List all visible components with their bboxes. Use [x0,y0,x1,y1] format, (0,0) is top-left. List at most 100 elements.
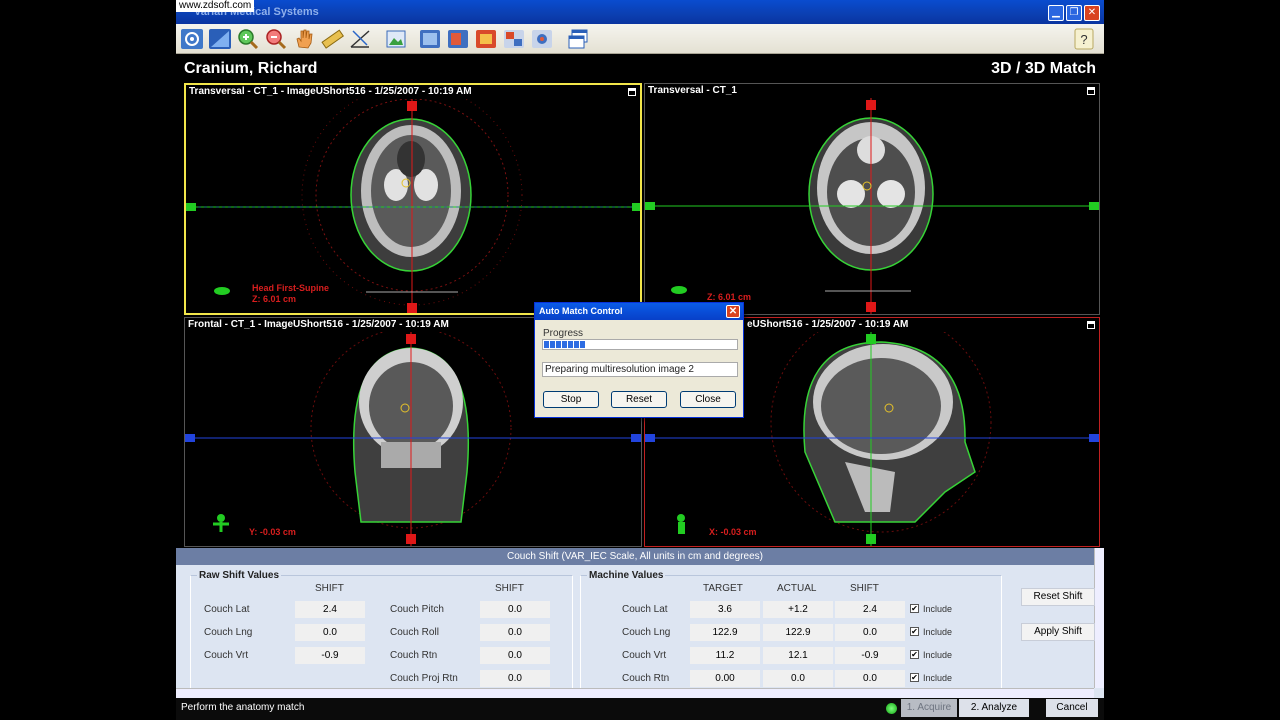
view-transversal-secondary[interactable]: Transversal - CT_1 Z: 6.01 cm [644,83,1100,315]
view-transversal-primary[interactable]: Transversal - CT_1 - ImageUShort516 - 1/… [184,83,642,315]
column-header: SHIFT [315,583,344,594]
toolbar: ? [176,24,1104,54]
angle-tool-icon[interactable] [347,27,373,51]
stop-button[interactable]: Stop [543,391,599,408]
dialog-title: Auto Match Control [535,303,743,320]
value-field: 0.0 [480,647,550,664]
row-label: Couch Rtn [622,673,670,684]
value-field: 2.4 [295,601,365,618]
actual-value: 12.1 [763,647,833,664]
value-field: 0.0 [295,624,365,641]
help-icon[interactable]: ? [1071,27,1097,51]
dialog-close-icon[interactable]: ✕ [726,305,740,318]
include-label: Include [923,650,953,660]
auto-match-icon[interactable] [501,27,527,51]
zoom-in-icon[interactable] [235,27,261,51]
close-window-button[interactable]: ✕ [1084,5,1100,21]
progress-fill [544,341,587,348]
window-level-tool-icon[interactable] [207,27,233,51]
step-acquire-button[interactable]: 1. Acquire [901,699,957,717]
orientation-label: Head First-Supine [252,283,330,293]
group-title: Machine Values [587,570,666,581]
target-value: 0.00 [690,670,760,687]
slice-coordinate: X: -0.03 cm [709,527,757,537]
view-header: Transversal - CT_1 [648,85,737,96]
actual-value: 0.0 [763,670,833,687]
target-value: 3.6 [690,601,760,618]
restore-button[interactable]: ❐ [1066,5,1082,21]
view-header: Transversal - CT_1 - ImageUShort516 - 1/… [189,86,472,97]
column-header-shift: SHIFT [850,583,879,594]
status-bar: Perform the anatomy match 1. Acquire 2. … [176,698,1104,720]
reset-button[interactable]: Reset [611,391,667,408]
value-field: 0.0 [480,624,550,641]
include-label: Include [923,604,953,614]
shift-value: 0.0 [835,670,905,687]
progress-label: Progress [543,328,584,339]
vertical-scrollbar[interactable] [1094,548,1104,688]
shift-value: -0.9 [835,647,905,664]
auto-match-dialog: Auto Match Control ✕ Progress Preparing … [534,302,744,418]
layout-split-icon[interactable] [473,27,499,51]
row-label: Couch Lat [204,604,250,615]
match-settings-icon[interactable] [529,27,555,51]
include-label: Include [923,627,953,637]
application-window: Varian Medical Systems ▁ ❐ ✕ www.zdsoft.… [176,0,1104,720]
column-header-target: TARGET [703,583,743,594]
title-bar: Varian Medical Systems ▁ ❐ ✕ [176,0,1104,24]
target-value: 11.2 [690,647,760,664]
include-checkbox[interactable]: ✔ [910,604,919,613]
include-checkbox[interactable]: ✔ [910,650,919,659]
dialog-close-button[interactable]: Close [680,391,736,408]
settings-tool-icon[interactable] [179,27,205,51]
value-field: 0.0 [480,601,550,618]
minimize-button[interactable]: ▁ [1048,5,1064,21]
slice-coordinate: Z: 6.01 cm [707,292,752,302]
maximize-view-icon[interactable] [628,88,636,96]
step-analyze-button[interactable]: 2. Analyze [959,699,1029,717]
horizontal-scrollbar[interactable] [176,688,1094,698]
layout-overlay-icon[interactable] [445,27,471,51]
machine-values-group: Machine Values TARGET ACTUAL SHIFT Couch… [580,570,1002,693]
row-label: Couch Pitch [390,604,444,615]
maximize-view-icon[interactable] [1087,87,1095,95]
zoom-out-icon[interactable] [263,27,289,51]
row-label: Couch Lng [204,627,253,638]
module-title: 3D / 3D Match [991,60,1096,77]
actual-value: 122.9 [763,624,833,641]
include-checkbox[interactable]: ✔ [910,673,919,682]
status-led-icon [886,703,897,714]
image-view-icon[interactable] [383,27,409,51]
layout-single-icon[interactable] [417,27,443,51]
ruler-icon[interactable] [319,27,345,51]
row-label: Couch Lat [622,604,668,615]
copy-window-icon[interactable] [565,27,591,51]
slice-coordinate: Z: 6.01 cm [252,294,297,304]
shift-value: 2.4 [835,601,905,618]
progress-status: Preparing multiresolution image 2 [542,362,738,377]
cancel-button[interactable]: Cancel [1046,699,1098,717]
row-label: Couch Vrt [204,650,249,661]
row-label: Couch Roll [390,627,439,638]
group-title: Raw Shift Values [197,570,282,581]
slice-coordinate: Y: -0.03 cm [249,527,296,537]
reset-shift-button[interactable]: Reset Shift [1021,588,1095,606]
target-value: 122.9 [690,624,760,641]
shift-value: 0.0 [835,624,905,641]
include-checkbox[interactable]: ✔ [910,627,919,636]
row-label: Couch Vrt [622,650,667,661]
value-field: -0.9 [295,647,365,664]
patient-name: Cranium, Richard [184,60,318,77]
maximize-view-icon[interactable] [1087,321,1095,329]
watermark: www.zdsoft.com [176,0,255,12]
value-field: 0.0 [480,670,550,687]
progress-bar [542,339,738,350]
patient-bar: Cranium, Richard 3D / 3D Match [176,54,1104,82]
pan-hand-icon[interactable] [291,27,317,51]
panel-header: Couch Shift (VAR_IEC Scale, All units in… [176,548,1094,565]
column-header-actual: ACTUAL [777,583,817,594]
ct-axial-image [645,98,1099,314]
couch-shift-panel: Couch Shift (VAR_IEC Scale, All units in… [176,548,1104,698]
include-label: Include [923,673,953,683]
apply-shift-button[interactable]: Apply Shift [1021,623,1095,641]
